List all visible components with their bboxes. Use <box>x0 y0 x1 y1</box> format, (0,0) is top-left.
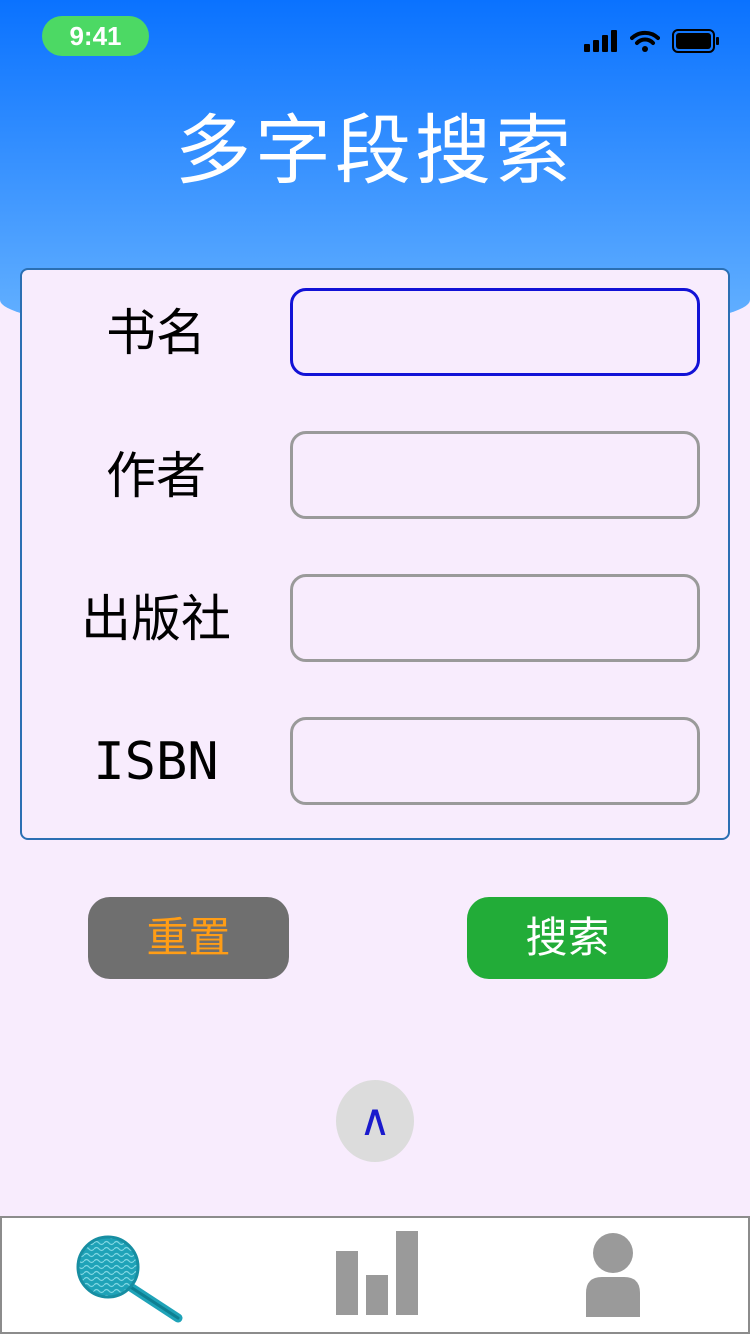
isbn-label: ISBN <box>93 732 219 792</box>
publisher-label: 出版社 <box>81 590 231 648</box>
chevron-up-icon: ∧ <box>358 1095 392 1146</box>
form-row-isbn: ISBN <box>22 717 728 807</box>
tab-profile[interactable] <box>502 1218 750 1332</box>
isbn-input[interactable] <box>290 717 700 805</box>
tab-statistics[interactable] <box>252 1218 502 1332</box>
tab-search[interactable] <box>2 1218 252 1332</box>
bottom-tab-bar <box>0 1216 750 1334</box>
form-row-author: 作者 <box>22 431 728 521</box>
bar-chart-icon <box>336 1231 418 1315</box>
title-label: 书名 <box>106 304 206 362</box>
battery-icon <box>672 29 719 53</box>
reset-button[interactable]: 重置 <box>88 897 289 979</box>
search-magnifier-icon <box>76 1235 183 1323</box>
form-row-title: 书名 <box>22 288 728 378</box>
scroll-to-top-button[interactable]: ∧ <box>336 1080 414 1162</box>
search-button[interactable]: 搜索 <box>467 897 668 979</box>
status-bar: 9:41 <box>0 0 750 80</box>
user-profile-icon <box>586 1233 640 1317</box>
page-title: 多字段搜索 <box>175 106 575 195</box>
status-icons <box>584 26 720 56</box>
search-form-card: 书名 作者 出版社 ISBN <box>20 268 730 840</box>
author-input[interactable] <box>290 431 700 519</box>
author-label: 作者 <box>106 447 206 505</box>
status-time: 9:41 <box>42 16 149 56</box>
wifi-icon <box>630 30 660 52</box>
form-row-publisher: 出版社 <box>22 574 728 664</box>
title-input[interactable] <box>290 288 700 376</box>
publisher-input[interactable] <box>290 574 700 662</box>
signal-icon <box>584 30 617 52</box>
